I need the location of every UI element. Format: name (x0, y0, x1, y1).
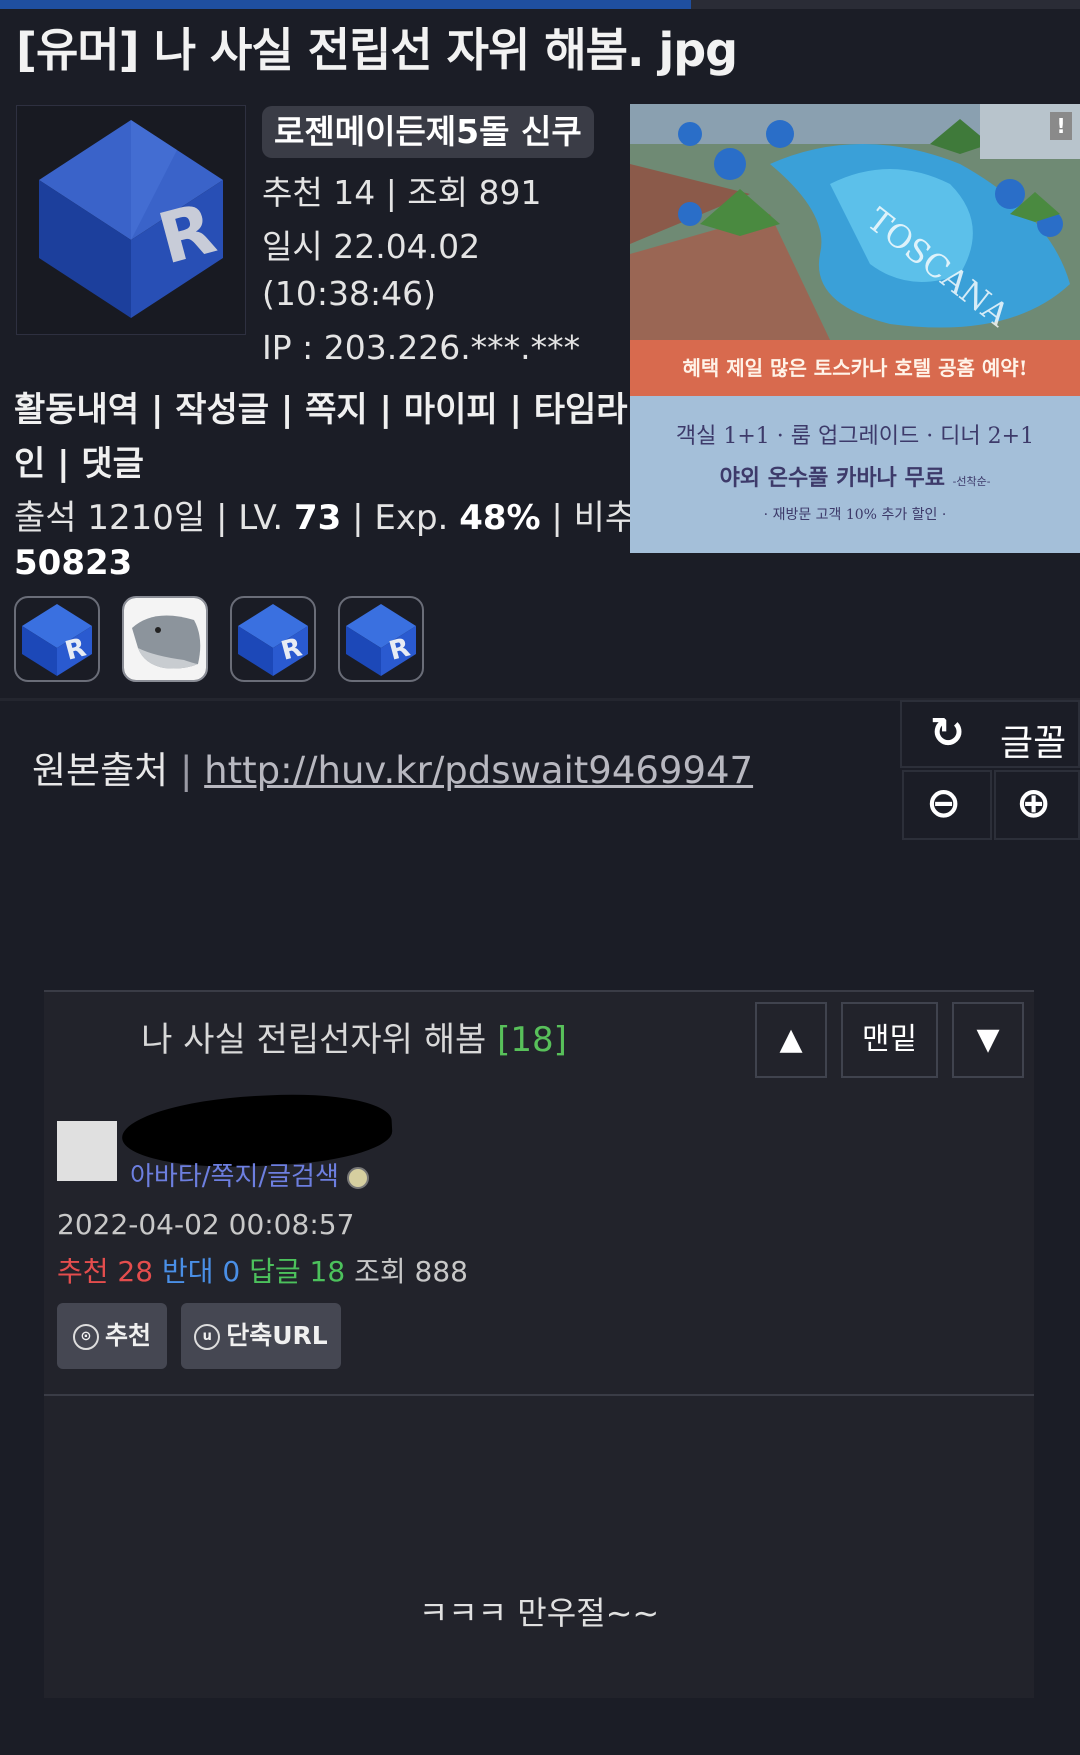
source-link[interactable]: http://huv.kr/pdswait9469947 (204, 749, 753, 792)
exp-value: 48% (459, 498, 541, 538)
short-url-icon: u (194, 1324, 221, 1350)
exp-label: Exp. (374, 498, 460, 538)
hotel-advertisement[interactable]: TOSCANA ! 혜택 제일 많은 토스카나 호텔 공홈 예약! 객실 1+1… (630, 104, 1080, 553)
zoom-out-button[interactable]: ⊖ (902, 770, 992, 840)
post-title: [유머] 나 사실 전립선 자위 해봄. jpg (16, 23, 738, 77)
poster-menu-link[interactable]: 아바타/쪽지/글검색 (130, 1156, 369, 1193)
post-time: (10:38:46) (262, 274, 436, 313)
ad-line-2-text: 야외 온수풀 카바나 무료 (719, 465, 945, 491)
post-separator (44, 1394, 1034, 1396)
scroll-bottom-button[interactable]: 맨밑 (841, 1002, 938, 1078)
badge-cube-3[interactable]: R (338, 596, 424, 682)
oppose-count: 0 (222, 1255, 241, 1288)
poster-avatar[interactable] (57, 1121, 117, 1181)
reply-count: [18] (497, 1020, 567, 1060)
scroll-down-button[interactable]: ▼ (952, 1002, 1024, 1078)
font-button[interactable]: ↻ 글꼴 (900, 700, 1080, 768)
author-ip: IP : 203.226.***.*** (262, 328, 581, 367)
level-badge-icon (346, 1166, 369, 1189)
poster-menu-text: 아바타/쪽지/글검색 (130, 1162, 339, 1192)
points-value: 50823 (14, 543, 133, 583)
ad-info-badge[interactable]: ! (1050, 112, 1072, 140)
ad-line-1: 객실 1+1 · 룸 업그레이드 · 디너 2+1 (675, 424, 1035, 449)
ad-line-3: · 재방문 고객 10% 추가 할인 · (763, 507, 947, 523)
author-links[interactable]: 활동내역 | 작성글 | 쪽지 | 마이피 | 타임라 (14, 382, 628, 431)
reply-label: 답글 (240, 1255, 310, 1288)
view-label: 조회 (345, 1255, 415, 1288)
badge-cube-1[interactable]: R (14, 596, 100, 682)
author-stats: 출석 1210일 | LV. 73 | Exp. 48% | 비추력 (14, 490, 668, 539)
badge-cube-2[interactable]: R (230, 596, 316, 682)
zoom-out-icon: ⊖ (926, 778, 962, 827)
level-label: LV. (238, 498, 294, 538)
thread-title[interactable]: 나 사실 전립선자위 해봄 [18] (44, 992, 664, 1088)
author-avatar[interactable]: R (16, 105, 246, 335)
refresh-icon: ↻ (930, 708, 966, 757)
recommend-icon: ⊙ (72, 1324, 99, 1350)
separator: | (205, 498, 239, 538)
original-post-stats: 추천 28 반대 0 답글 18 조회 888 (57, 1250, 468, 1290)
dolphin-icon (124, 598, 206, 680)
thread-bar: 나 사실 전립선자위 해봄 [18] ▲ 맨밑 ▼ (44, 990, 1034, 1090)
reading-progress-bar (0, 0, 1080, 9)
font-label: 글꼴 (1000, 723, 1067, 764)
original-post-date: 2022-04-02 00:08:57 (57, 1208, 355, 1241)
post-date: 일시 22.04.02 (262, 227, 481, 266)
source-line: 원본출처 | http://huv.kr/pdswait9469947 (32, 740, 753, 794)
separator: | (540, 498, 574, 538)
ad-line-2-note: -선착순- (952, 475, 991, 488)
thread-title-text: 나 사실 전립선자위 해봄 (141, 1020, 498, 1060)
original-post: 아바타/쪽지/글검색 2022-04-02 00:08:57 추천 28 반대 … (44, 1088, 1034, 1698)
r-cube-logo-icon: R (39, 120, 223, 318)
source-label: 원본출처 (32, 749, 169, 792)
level-value: 73 (293, 498, 342, 538)
recommend-label: 추천 (57, 1255, 118, 1288)
r-cube-icon: R (346, 604, 416, 676)
author-links-cont[interactable]: 인 | 댓글 (14, 436, 144, 485)
view-count: 888 (414, 1255, 468, 1288)
recommend-button[interactable]: ⊙ 추천 (57, 1303, 167, 1369)
short-url-button[interactable]: u 단축URL (181, 1303, 341, 1369)
zoom-in-icon: ⊕ (1016, 778, 1052, 827)
author-nickname[interactable]: 로젠메이든제5돌 신쿠 (262, 106, 594, 158)
r-cube-icon: R (22, 604, 92, 676)
scroll-up-button[interactable]: ▲ (755, 1002, 827, 1078)
ad-line-2: 야외 온수풀 카바나 무료 -선착순- (630, 460, 1080, 492)
author-recommend-views: 추천 14 | 조회 891 (262, 173, 542, 212)
reading-progress-fill (0, 0, 692, 9)
r-cube-icon: R (238, 604, 308, 676)
oppose-label: 반대 (153, 1255, 223, 1288)
pool-photo: TOSCANA (630, 104, 1080, 340)
source-separator: | (179, 749, 193, 792)
recommend-count: 28 (117, 1255, 154, 1288)
ad-headline: 혜택 제일 많은 토스카나 호텔 공홈 예약! (630, 340, 1080, 396)
attendance: 출석 1210일 (14, 498, 206, 538)
badge-dolphin[interactable] (122, 596, 208, 682)
ad-body: 객실 1+1 · 룸 업그레이드 · 디너 2+1 야외 온수풀 카바나 무료 … (630, 396, 1080, 553)
reply-count-value: 18 (309, 1255, 346, 1288)
post-body-text: ㅋㅋㅋ 만우절~~ (418, 1594, 660, 1632)
short-url-button-label: 단축URL (226, 1321, 328, 1350)
zoom-in-button[interactable]: ⊕ (994, 770, 1080, 840)
separator: | (341, 498, 375, 538)
recommend-button-label: 추천 (104, 1321, 151, 1350)
